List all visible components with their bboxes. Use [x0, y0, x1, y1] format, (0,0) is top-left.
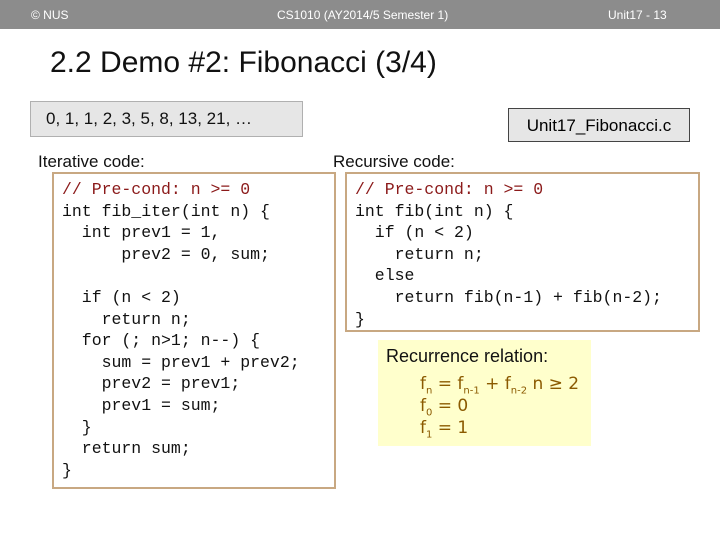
iterative-code-box: // Pre-cond: n >= 0 int fib_iter(int n) {… [52, 172, 336, 489]
eq1-plus: + f [479, 374, 511, 394]
iterative-code: // Pre-cond: n >= 0 int fib_iter(int n) {… [62, 179, 334, 481]
iterative-line [62, 265, 334, 287]
recursive-code-box: // Pre-cond: n >= 0 int fib(int n) { if (… [345, 172, 700, 332]
iterative-line: int prev1 = 1, [62, 223, 221, 243]
iterative-line: prev2 = prev1; [62, 374, 241, 394]
eq2-rest: = 0 [432, 396, 469, 416]
recursive-code: // Pre-cond: n >= 0 int fib(int n) { if (… [355, 179, 698, 330]
iterative-line: sum = prev1 + prev2; [62, 352, 300, 372]
iterative-line: } [62, 460, 72, 480]
iterative-line: return sum; [62, 439, 191, 459]
recurrence-equation-base0: f0 = 0 [420, 396, 468, 418]
recurrence-relation-box: Recurrence relation: fn = fn-1 + fn-2 n … [378, 340, 591, 446]
iterative-line: for (; n>1; n--) { [62, 331, 261, 351]
recursive-line: } [355, 309, 365, 329]
slide-title: 2.2 Demo #2: Fibonacci (3/4) [50, 46, 437, 79]
iterative-line: prev2 = 0, sum; [62, 244, 270, 264]
filename-box: Unit17_Fibonacci.c [508, 108, 690, 142]
iterative-label: Iterative code: [38, 152, 145, 171]
eq1-cond: n ≥ 2 [527, 374, 580, 394]
slide-header-bar: © NUS CS1010 (AY2014/5 Semester 1) Unit1… [0, 0, 720, 29]
recursive-label: Recursive code: [333, 152, 455, 171]
recursive-line: if (n < 2) [355, 223, 474, 243]
recursive-line: return n; [355, 244, 484, 264]
iterative-line: if (n < 2) [62, 287, 181, 307]
recursive-line: else [355, 266, 415, 286]
eq1-sub-a: n-1 [463, 385, 480, 397]
recursive-line: return fib(n-1) + fib(n-2); [355, 287, 662, 307]
recurrence-title: Recurrence relation: [386, 346, 549, 366]
recursive-line: int fib(int n) { [355, 201, 514, 221]
eq1-sub-b: n-2 [510, 385, 528, 397]
fibonacci-sequence-box: 0, 1, 1, 2, 3, 5, 8, 13, 21, … [30, 101, 303, 137]
iterative-line: return n; [62, 309, 191, 329]
course-text: CS1010 (AY2014/5 Semester 1) [277, 8, 449, 22]
eq3-rest: = 1 [432, 418, 469, 438]
iterative-line: // Pre-cond: n >= 0 [62, 180, 251, 199]
iterative-line: } [62, 417, 92, 437]
recursive-line: // Pre-cond: n >= 0 [355, 180, 544, 199]
recurrence-equation-base1: f1 = 1 [420, 418, 468, 440]
slide-number: Unit17 - 13 [608, 8, 667, 22]
iterative-line: int fib_iter(int n) { [62, 201, 270, 221]
recurrence-equation-general: fn = fn-1 + fn-2 n ≥ 2 [420, 374, 579, 396]
copyright-text: © NUS [31, 8, 69, 22]
iterative-line: prev1 = sum; [62, 395, 221, 415]
eq1-eq: = f [432, 374, 464, 394]
